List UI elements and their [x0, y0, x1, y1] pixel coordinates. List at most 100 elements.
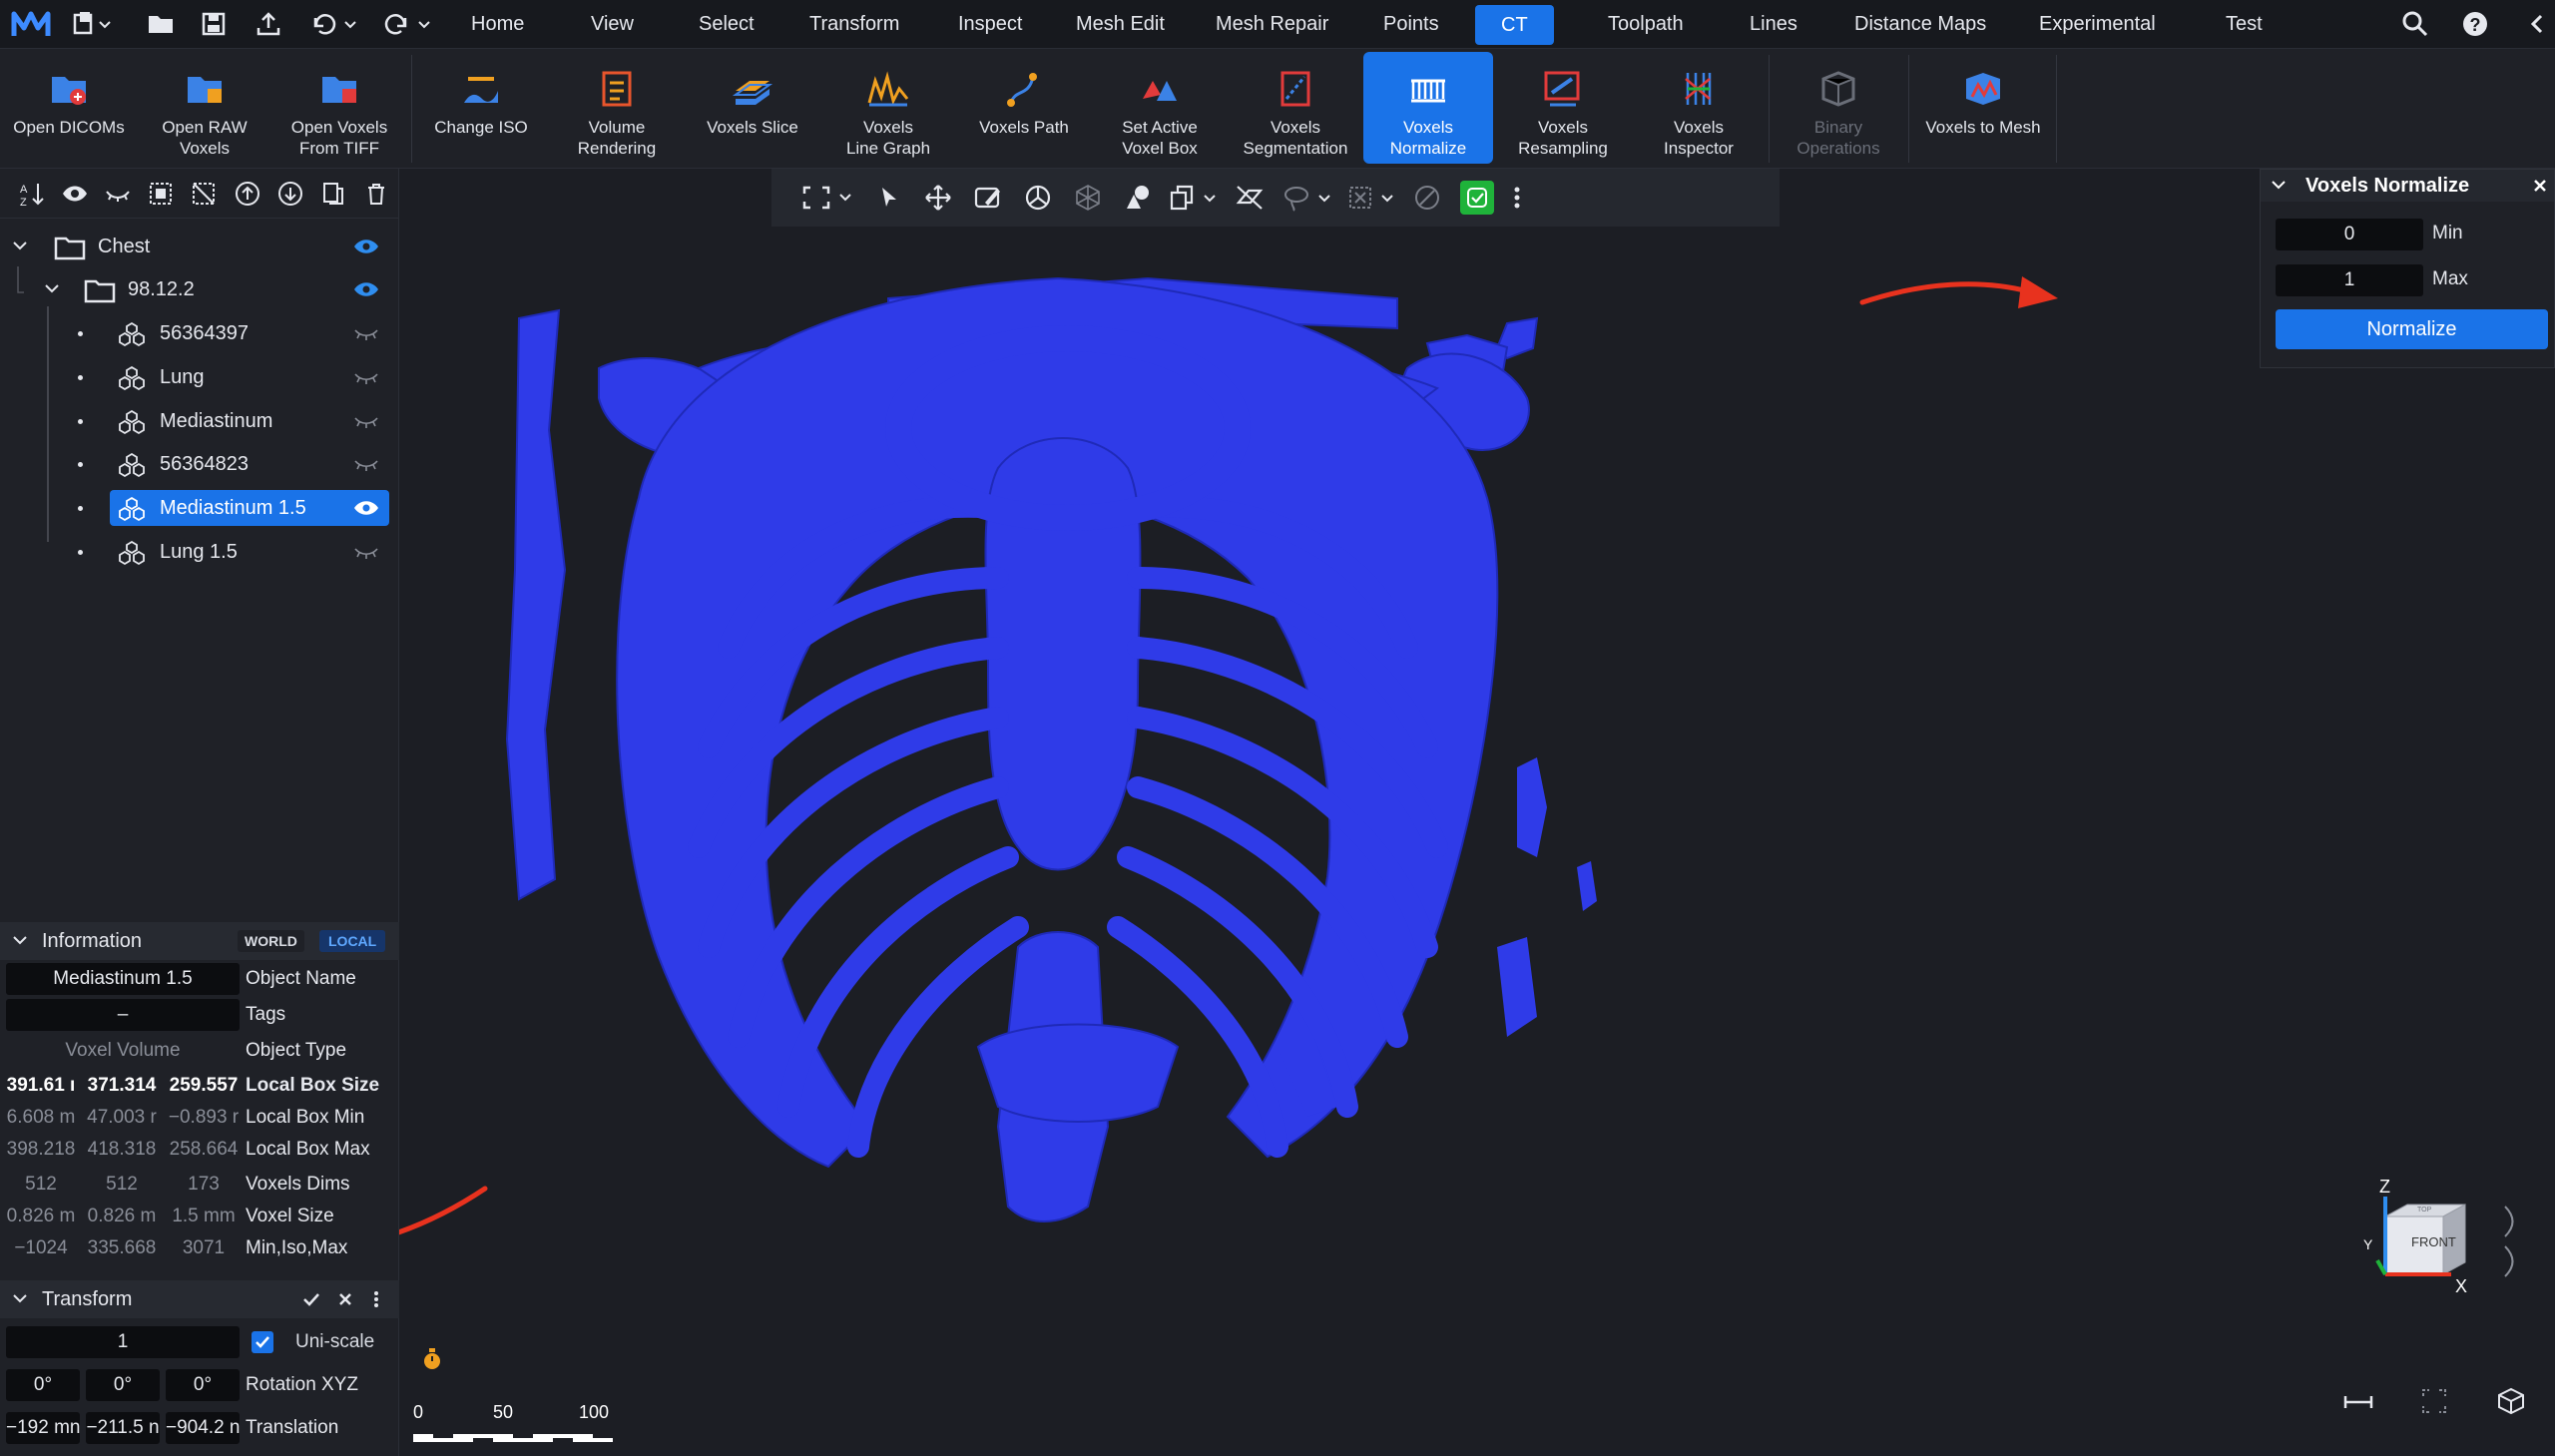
- menu-transform[interactable]: Transform: [809, 0, 899, 49]
- chevron-down-icon[interactable]: [12, 934, 28, 948]
- measure-icon[interactable]: [2341, 1390, 2375, 1414]
- view-cube-front-label[interactable]: FRONT: [2411, 1234, 2456, 1249]
- uniscale-checkbox[interactable]: [252, 1331, 273, 1353]
- chevron-down-icon[interactable]: [2271, 179, 2287, 193]
- hide-button[interactable]: [96, 178, 139, 210]
- export-button[interactable]: [254, 8, 283, 40]
- eye-icon[interactable]: [353, 239, 379, 254]
- voxels-resampling-button[interactable]: Voxels Resampling: [1495, 49, 1631, 169]
- menu-lines[interactable]: Lines: [1750, 0, 1797, 49]
- close-icon[interactable]: [336, 1290, 354, 1308]
- menu-mesh-edit[interactable]: Mesh Edit: [1076, 0, 1165, 49]
- world-toggle[interactable]: WORLD: [238, 930, 304, 952]
- tree-item-56364823[interactable]: 56364823: [0, 444, 399, 484]
- local-toggle[interactable]: LOCAL: [319, 930, 386, 952]
- show-button[interactable]: [53, 178, 96, 210]
- menu-home[interactable]: Home: [471, 0, 524, 49]
- checkmark-icon[interactable]: [301, 1290, 321, 1308]
- sort-button[interactable]: AZ: [10, 178, 53, 210]
- view-cube[interactable]: FRONT TOP Z Y X: [2355, 1177, 2545, 1336]
- move-down-button[interactable]: [268, 178, 311, 210]
- 3d-box-icon[interactable]: [2495, 1386, 2527, 1416]
- information-header[interactable]: Information WORLD LOCAL: [0, 922, 399, 960]
- volume-rendering-button[interactable]: Volume Rendering: [549, 49, 685, 169]
- menu-inspect[interactable]: Inspect: [958, 0, 1022, 49]
- voxels-normalize-button[interactable]: Voxels Normalize: [1363, 52, 1493, 164]
- open-voxels-tiff-button[interactable]: Open Voxels From TIFF: [271, 49, 407, 169]
- tree-item-lung-1-5[interactable]: Lung 1.5: [0, 532, 399, 572]
- transform-header[interactable]: Transform: [0, 1280, 399, 1318]
- change-iso-button[interactable]: Change ISO: [413, 49, 549, 169]
- tree-item-mediastinum-1-5[interactable]: Mediastinum 1.5: [0, 488, 399, 528]
- tree-item-chest[interactable]: Chest: [0, 227, 399, 266]
- translation-x-input[interactable]: −192 mn: [6, 1412, 80, 1444]
- resampling-label: Voxels: [1537, 118, 1589, 137]
- min-input[interactable]: 0: [2276, 219, 2423, 250]
- translation-z-input[interactable]: −904.2 n: [166, 1412, 240, 1444]
- menu-toolpath[interactable]: Toolpath: [1608, 0, 1684, 49]
- voxels-slice-button[interactable]: Voxels Slice: [685, 49, 820, 169]
- tree-item-folder[interactable]: 98.12.2: [0, 269, 399, 309]
- eye-closed-icon[interactable]: [353, 327, 379, 341]
- duplicate-button[interactable]: [312, 178, 355, 210]
- voxels-path-button[interactable]: Voxels Path: [956, 49, 1092, 169]
- menu-points[interactable]: Points: [1383, 0, 1439, 49]
- tags-field[interactable]: –: [6, 999, 240, 1031]
- object-name-field[interactable]: Mediastinum 1.5: [6, 963, 240, 995]
- menu-view[interactable]: View: [591, 0, 634, 49]
- more-vertical-icon[interactable]: [371, 1289, 381, 1309]
- save-button[interactable]: [200, 8, 230, 40]
- translation-y-input[interactable]: −211.5 n: [86, 1412, 160, 1444]
- menu-mesh-repair[interactable]: Mesh Repair: [1216, 0, 1328, 49]
- ct-chest-mesh[interactable]: [399, 169, 2555, 1456]
- menu-experimental[interactable]: Experimental: [2039, 0, 2156, 49]
- tree-item-56364397[interactable]: 56364397: [0, 313, 399, 353]
- view-cube-top-label[interactable]: TOP: [2417, 1207, 2431, 1213]
- undo-button[interactable]: [307, 8, 359, 40]
- set-active-voxel-box-button[interactable]: Set Active Voxel Box: [1092, 49, 1228, 169]
- eye-closed-icon[interactable]: [353, 458, 379, 472]
- eye-closed-icon[interactable]: [353, 371, 379, 385]
- close-icon[interactable]: [2532, 178, 2548, 194]
- new-scene-button[interactable]: [72, 8, 112, 40]
- eye-closed-icon[interactable]: [353, 546, 379, 560]
- tree-item-lung[interactable]: Lung: [0, 357, 399, 397]
- voxels-inspector-button[interactable]: Voxels Inspector: [1631, 49, 1767, 169]
- move-up-button[interactable]: [226, 178, 268, 210]
- open-dicoms-button[interactable]: Open DICOMs: [0, 49, 138, 169]
- redo-button[interactable]: [381, 8, 433, 40]
- chevron-down-icon[interactable]: [12, 1292, 28, 1306]
- tree-item-mediastinum[interactable]: Mediastinum: [0, 401, 399, 441]
- eye-icon[interactable]: [353, 500, 379, 516]
- eye-closed-icon[interactable]: [353, 415, 379, 429]
- menu-test[interactable]: Test: [2226, 0, 2263, 49]
- menu-select[interactable]: Select: [699, 0, 755, 49]
- normalize-button[interactable]: Normalize: [2276, 309, 2548, 349]
- voxels-segmentation-button[interactable]: Voxels Segmentation: [1228, 49, 1363, 169]
- bullet: [78, 550, 83, 555]
- binary-operations-button[interactable]: Binary Operations: [1771, 49, 1906, 169]
- rotation-x-input[interactable]: 0°: [6, 1369, 80, 1401]
- 3d-viewport[interactable]: 0 50 100 FRONT TOP Z Y X: [399, 169, 2555, 1456]
- open-files-button[interactable]: [146, 8, 176, 40]
- voxels-to-mesh-button[interactable]: Voxels to Mesh: [1910, 49, 2056, 169]
- menu-distance-maps[interactable]: Distance Maps: [1854, 0, 1986, 49]
- rotation-z-input[interactable]: 0°: [166, 1369, 240, 1401]
- chevron-down-icon[interactable]: [44, 282, 60, 296]
- max-input[interactable]: 1: [2276, 264, 2423, 296]
- menu-ct[interactable]: CT: [1475, 5, 1554, 45]
- chevron-down-icon[interactable]: [12, 240, 28, 253]
- delete-button[interactable]: [355, 178, 398, 210]
- rotation-y-input[interactable]: 0°: [86, 1369, 160, 1401]
- help-icon[interactable]: ?: [2459, 8, 2491, 40]
- zoom-fit-icon[interactable]: [2419, 1386, 2449, 1416]
- open-raw-voxels-button[interactable]: Open RAW Voxels: [138, 49, 271, 169]
- deselect-button[interactable]: [183, 178, 226, 210]
- timer-icon[interactable]: [421, 1346, 443, 1372]
- collapse-icon[interactable]: [2521, 8, 2553, 40]
- eye-icon[interactable]: [353, 281, 379, 297]
- voxels-line-graph-button[interactable]: Voxels Line Graph: [820, 49, 956, 169]
- scale-input[interactable]: 1: [6, 1326, 240, 1358]
- select-all-button[interactable]: [140, 178, 183, 210]
- search-icon[interactable]: [2399, 8, 2431, 40]
